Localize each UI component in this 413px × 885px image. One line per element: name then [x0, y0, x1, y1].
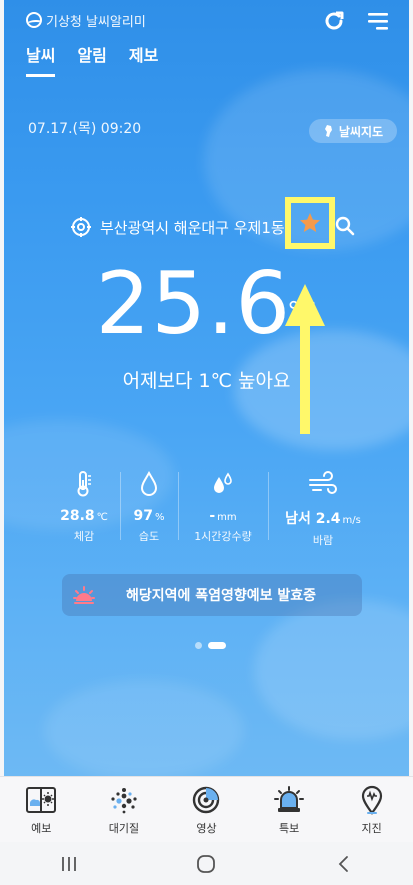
page-indicator [195, 642, 226, 649]
annotation-arrow-shaft [300, 310, 310, 434]
nav-label: 특보 [278, 822, 300, 835]
menu-button[interactable] [365, 8, 391, 34]
search-icon [335, 216, 355, 236]
weather-map-button[interactable]: 날씨지도 [309, 119, 397, 143]
forecast-icon [26, 785, 57, 815]
stat-feels-like: 28.8 ℃ 체감 [48, 470, 120, 550]
stat-label: 습도 [138, 530, 160, 543]
page-dot[interactable] [195, 642, 202, 649]
nav-label: 대기질 [108, 822, 140, 835]
recent-apps-button[interactable] [39, 844, 99, 884]
system-navigation-bar [0, 842, 413, 885]
bottom-navigation: 예보 대기질 영상 특보 지진 [0, 776, 413, 842]
favorite-highlight[interactable] [285, 197, 335, 249]
nav-item-earthquake[interactable]: 지진 [337, 777, 407, 842]
alert-text: 해당지역에 폭염영향예보 발효중 [126, 588, 317, 604]
stat-precipitation: - mm 1시간강수량 [178, 470, 268, 550]
nav-label: 예보 [31, 822, 52, 835]
tab-report[interactable]: 제보 [129, 42, 158, 77]
air-quality-icon [109, 785, 139, 815]
stat-unit: m/s [342, 515, 361, 526]
stat-label: 1시간강수량 [194, 530, 252, 543]
page-dot-active[interactable] [208, 642, 226, 649]
temperature-comparison: 어제보다 1℃ 높아요 [122, 370, 291, 392]
stat-humidity: 97% 습도 [120, 470, 178, 550]
stat-value: 97 [133, 508, 153, 524]
back-chevron-icon [338, 855, 349, 872]
back-button[interactable] [314, 844, 374, 884]
home-icon [197, 854, 216, 873]
app-logo: 기상청 날씨알리미 [26, 10, 146, 30]
current-temperature: 25.6℃ [4, 254, 409, 354]
date-time: 07.17.(목) 09:20 [28, 121, 142, 137]
refresh-button[interactable] [321, 8, 347, 34]
heat-sun-icon [72, 583, 96, 607]
stat-value: 남서 2.4 [285, 511, 341, 527]
rain-drops-icon [210, 470, 236, 498]
tab-weather[interactable]: 날씨 [26, 42, 56, 77]
stat-label: 체감 [73, 530, 95, 543]
recent-apps-icon [61, 856, 76, 871]
app-logo-text: 기상청 날씨알리미 [46, 14, 146, 30]
nav-item-forecast[interactable]: 예보 [6, 777, 76, 842]
refresh-icon [325, 11, 344, 30]
korea-map-icon [324, 125, 332, 137]
cloud-decoration [44, 680, 244, 776]
hamburger-menu-icon [368, 13, 388, 30]
earthquake-pin-icon [360, 785, 384, 815]
nav-label: 영상 [196, 822, 217, 835]
stat-wind: 남서 2.4 m/s 바람 [268, 470, 378, 550]
nav-label: 지진 [361, 822, 382, 835]
cloud-decoration [254, 600, 409, 740]
stat-unit: % [154, 512, 165, 523]
kma-logo-icon [26, 12, 42, 28]
temperature-value: 25.6 [95, 254, 292, 354]
nav-item-video[interactable]: 영상 [171, 777, 241, 842]
star-icon [300, 213, 320, 232]
nav-item-air-quality[interactable]: 대기질 [89, 777, 159, 842]
video-icon [192, 785, 220, 815]
weather-hero: 기상청 날씨알리미 날씨 알림 제보 07.17.(목) 09:20 날씨지도 [4, 0, 409, 776]
nav-item-warning[interactable]: 특보 [254, 777, 324, 842]
wind-icon [308, 470, 338, 498]
search-button[interactable] [335, 216, 355, 240]
weather-stats: 28.8 ℃ 체감 97% 습도 - mm 1시간강수량 남서 2.4 m/s … [48, 470, 378, 550]
weather-map-label: 날씨지도 [338, 124, 384, 139]
stat-label: 바람 [312, 534, 334, 547]
location-row[interactable]: 부산광역시 해운대구 우제1동 [70, 215, 285, 239]
stat-value: - [209, 508, 216, 524]
humidity-drop-icon [139, 470, 159, 498]
location-name: 부산광역시 해운대구 우제1동 [100, 218, 285, 237]
warning-siren-icon [274, 785, 305, 815]
heatwave-alert-banner[interactable]: 해당지역에 폭염영향예보 발효중 [62, 574, 362, 616]
stat-unit: ℃ [96, 512, 108, 523]
home-button[interactable] [176, 844, 236, 884]
main-tabs: 날씨 알림 제보 [26, 42, 158, 77]
annotation-arrow-head [285, 284, 325, 326]
stat-value: 28.8 [60, 508, 95, 524]
crosshair-location-icon [71, 217, 91, 237]
stat-unit: mm [217, 512, 237, 523]
thermometer-icon [75, 470, 93, 498]
tab-alerts[interactable]: 알림 [77, 42, 106, 77]
